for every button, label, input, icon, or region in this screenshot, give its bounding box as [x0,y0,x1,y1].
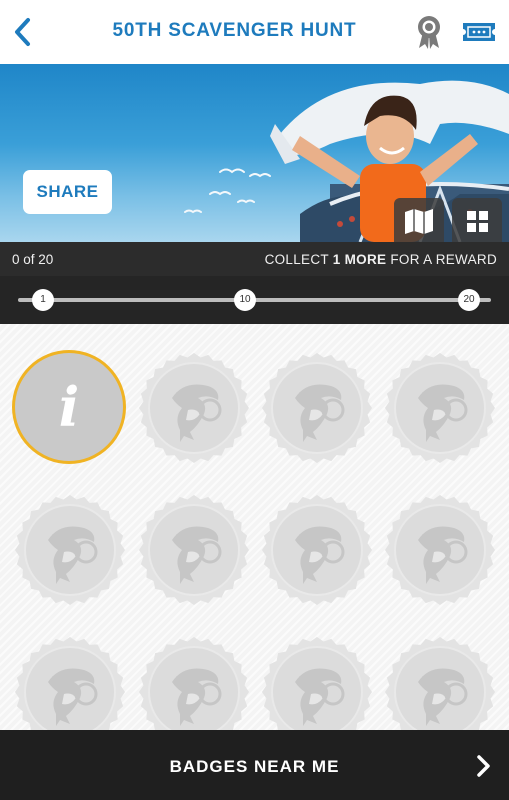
locked-badge[interactable] [384,494,496,606]
award-ribbon-icon [418,16,440,49]
page-title: 50TH SCAVENGER HUNT [112,20,357,41]
progress-summary: 0 of 20 COLLECT 1 MORE FOR A REWARD [0,242,509,276]
badges-near-me-label: BADGES NEAR ME [169,757,340,776]
orca-seal-icon [15,495,125,605]
orca-seal-icon [139,637,249,730]
chevron-left-icon [15,18,30,46]
ticket-icon [463,23,495,41]
locked-badge[interactable] [14,636,126,730]
app-header: 50TH SCAVENGER HUNT [0,0,509,64]
badge-grid[interactable]: i [0,324,509,730]
locked-badge[interactable] [138,352,250,464]
locked-badge[interactable] [384,352,496,464]
orca-seal-icon [15,637,125,730]
grid-view-button[interactable] [452,198,502,242]
orca-seal-icon [262,637,372,730]
orca-seal-icon [139,353,249,463]
orca-seal-icon [385,353,495,463]
reward-hint-prefix: COLLECT [264,252,333,267]
orca-seal-icon [262,353,372,463]
locked-badge[interactable] [384,636,496,730]
locked-badge[interactable] [261,494,373,606]
milestone-marker: 20 [458,289,480,311]
share-button[interactable]: SHARE [23,170,112,214]
chevron-right-icon [477,755,490,777]
orca-seal-icon [385,495,495,605]
orca-seal-icon [385,637,495,730]
hero-banner: SHARE [0,64,509,242]
orca-seal-icon [262,495,372,605]
badges-near-me-button[interactable]: BADGES NEAR ME [0,730,509,800]
map-view-button[interactable] [394,198,444,242]
grid-view-icon [467,211,488,232]
milestone-progress: 1 10 20 [0,276,509,324]
back-button[interactable] [8,14,38,50]
orca-seal-icon [139,495,249,605]
collected-count: 0 of 20 [12,252,54,267]
milestone-marker: 1 [32,289,54,311]
locked-badge[interactable] [14,494,126,606]
locked-badge[interactable] [138,636,250,730]
milestone-marker: 10 [234,289,256,311]
tickets-button[interactable] [461,20,497,44]
map-icon [405,209,433,234]
reward-hint: COLLECT 1 MORE FOR A REWARD [265,252,497,267]
info-badge[interactable]: i [12,350,126,464]
locked-badge[interactable] [261,352,373,464]
info-icon: i [58,375,80,439]
rewards-button[interactable] [414,14,444,50]
locked-badge[interactable] [138,494,250,606]
reward-hint-suffix: FOR A REWARD [386,252,497,267]
locked-badge[interactable] [261,636,373,730]
reward-hint-amount: 1 MORE [332,252,387,267]
